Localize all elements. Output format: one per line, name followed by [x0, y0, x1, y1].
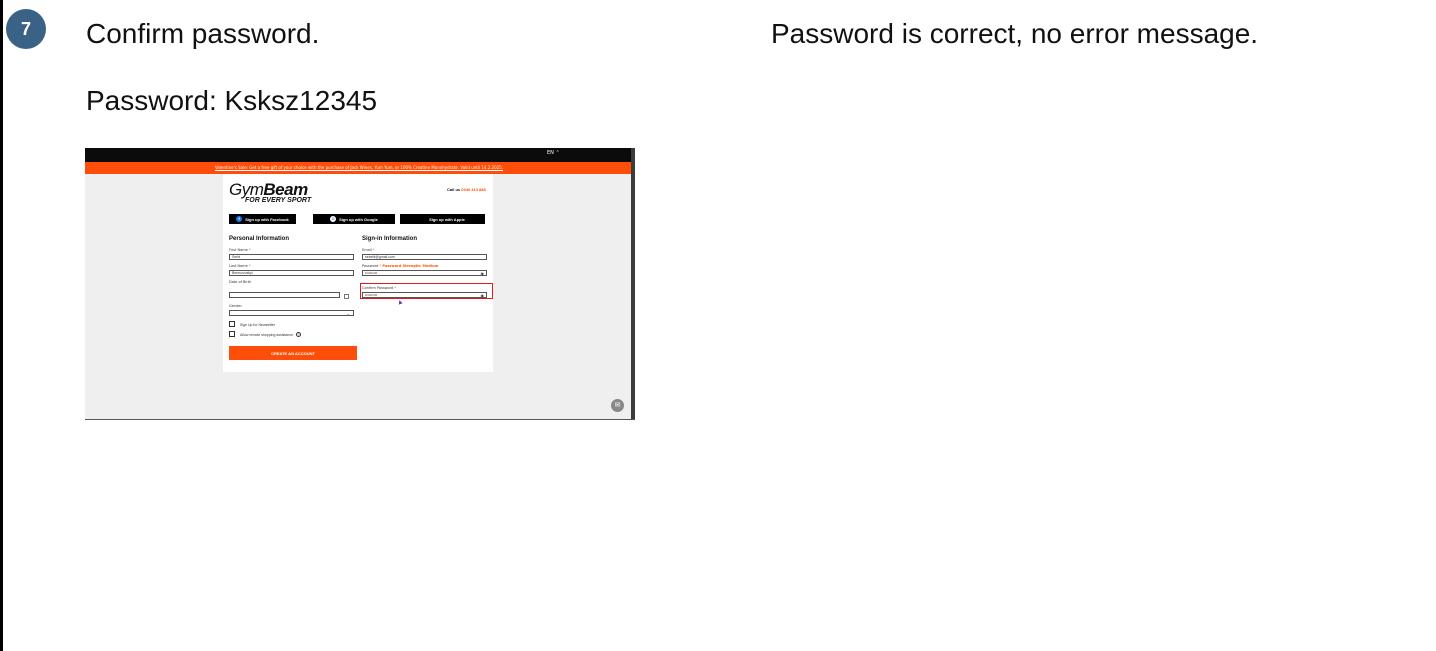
- create-account-button[interactable]: CREATE AN ACCOUNT: [229, 346, 357, 360]
- google-icon: G: [330, 216, 337, 222]
- required-mark: *: [248, 248, 251, 252]
- call-number[interactable]: 0940 413 888: [461, 187, 485, 192]
- left-border: [0, 0, 3, 651]
- help-icon[interactable]: ?: [295, 332, 301, 337]
- apple-icon: [420, 216, 426, 222]
- last-name-label: Last Name *: [229, 264, 251, 268]
- email-label-text: Email: [362, 248, 372, 252]
- required-mark: *: [379, 264, 382, 268]
- required-mark: *: [372, 248, 375, 252]
- scrollbar[interactable]: [631, 148, 635, 419]
- remote-assistance-text: Allow remote shopping assistance: [240, 333, 293, 337]
- facebook-label: Sign up with Facebook: [245, 216, 289, 222]
- language-switch[interactable]: EN ⌃: [547, 150, 560, 156]
- step-detail: Password: Ksksz12345: [86, 85, 378, 116]
- last-name-input[interactable]: Bereczovskyi: [229, 270, 354, 276]
- email-input[interactable]: sebebl@gmail.com: [362, 254, 487, 260]
- top-bar: EN ⌃: [85, 148, 633, 162]
- personal-info-heading: Personal Information: [229, 236, 290, 242]
- password-label-text: Password: [362, 264, 379, 268]
- password-value: ••••••••••: [365, 271, 378, 275]
- gymbeam-logo[interactable]: GymBeam FOR EVERY SPORT: [229, 180, 311, 204]
- newsletter-checkbox[interactable]: [229, 321, 235, 327]
- confirm-password-highlight: [360, 283, 493, 299]
- gender-label: Gender: [229, 304, 242, 308]
- chevron-down-icon: ⌄: [346, 311, 350, 316]
- logo-tagline: FOR EVERY SPORT: [245, 197, 312, 204]
- signin-info-heading: Sign-in Information: [362, 236, 417, 242]
- eye-icon[interactable]: ◉: [481, 271, 485, 276]
- first-name-input[interactable]: Serbi: [229, 254, 354, 260]
- expected-result: Password is correct, no error message.: [771, 18, 1259, 49]
- chat-icon[interactable]: ✉: [611, 399, 624, 412]
- remote-assistance-label: Allow remote shopping assistance?: [240, 332, 301, 337]
- email-label: Email *: [362, 248, 375, 252]
- facebook-icon: f: [236, 216, 243, 222]
- step-number-badge: 7: [6, 9, 46, 49]
- dob-label: Date of Birth: [229, 280, 252, 284]
- calendar-icon[interactable]: [344, 294, 349, 299]
- required-mark: *: [248, 264, 251, 268]
- password-strength: Password Strength: Medium: [382, 264, 439, 268]
- embedded-screenshot: EN ⌃ Valentine's Sale: Get a free gift o…: [85, 148, 635, 420]
- last-name-label-text: Last Name: [229, 264, 248, 268]
- password-label: Password * Password Strength: Medium: [362, 264, 438, 268]
- newsletter-label: Sign Up for Newsletter: [240, 323, 276, 327]
- facebook-signup-button[interactable]: f Sign up with Facebook: [229, 214, 296, 224]
- remote-assistance-checkbox[interactable]: [229, 331, 235, 337]
- promo-banner[interactable]: Valentine's Sale: Get a free gift of you…: [85, 162, 633, 174]
- first-name-label: First Name *: [229, 248, 251, 252]
- apple-signup-button[interactable]: Sign up with Apple: [400, 214, 485, 224]
- call-us: Call us 0940 413 888: [447, 187, 486, 192]
- google-signup-button[interactable]: G Sign up with Google: [313, 214, 395, 224]
- apple-label: Sign up with Apple: [429, 216, 465, 222]
- call-label: Call us: [447, 187, 461, 192]
- gender-select[interactable]: ⌄: [229, 310, 354, 316]
- dob-input[interactable]: [229, 292, 340, 298]
- promo-text: Valentine's Sale: Get a free gift of you…: [215, 165, 503, 170]
- step-title: Confirm password.: [86, 18, 320, 49]
- google-label: Sign up with Google: [339, 216, 378, 222]
- registration-card: GymBeam FOR EVERY SPORT Call us 0940 413…: [223, 174, 493, 372]
- first-name-label-text: First Name: [229, 248, 248, 252]
- password-input[interactable]: •••••••••• ◉: [362, 270, 487, 276]
